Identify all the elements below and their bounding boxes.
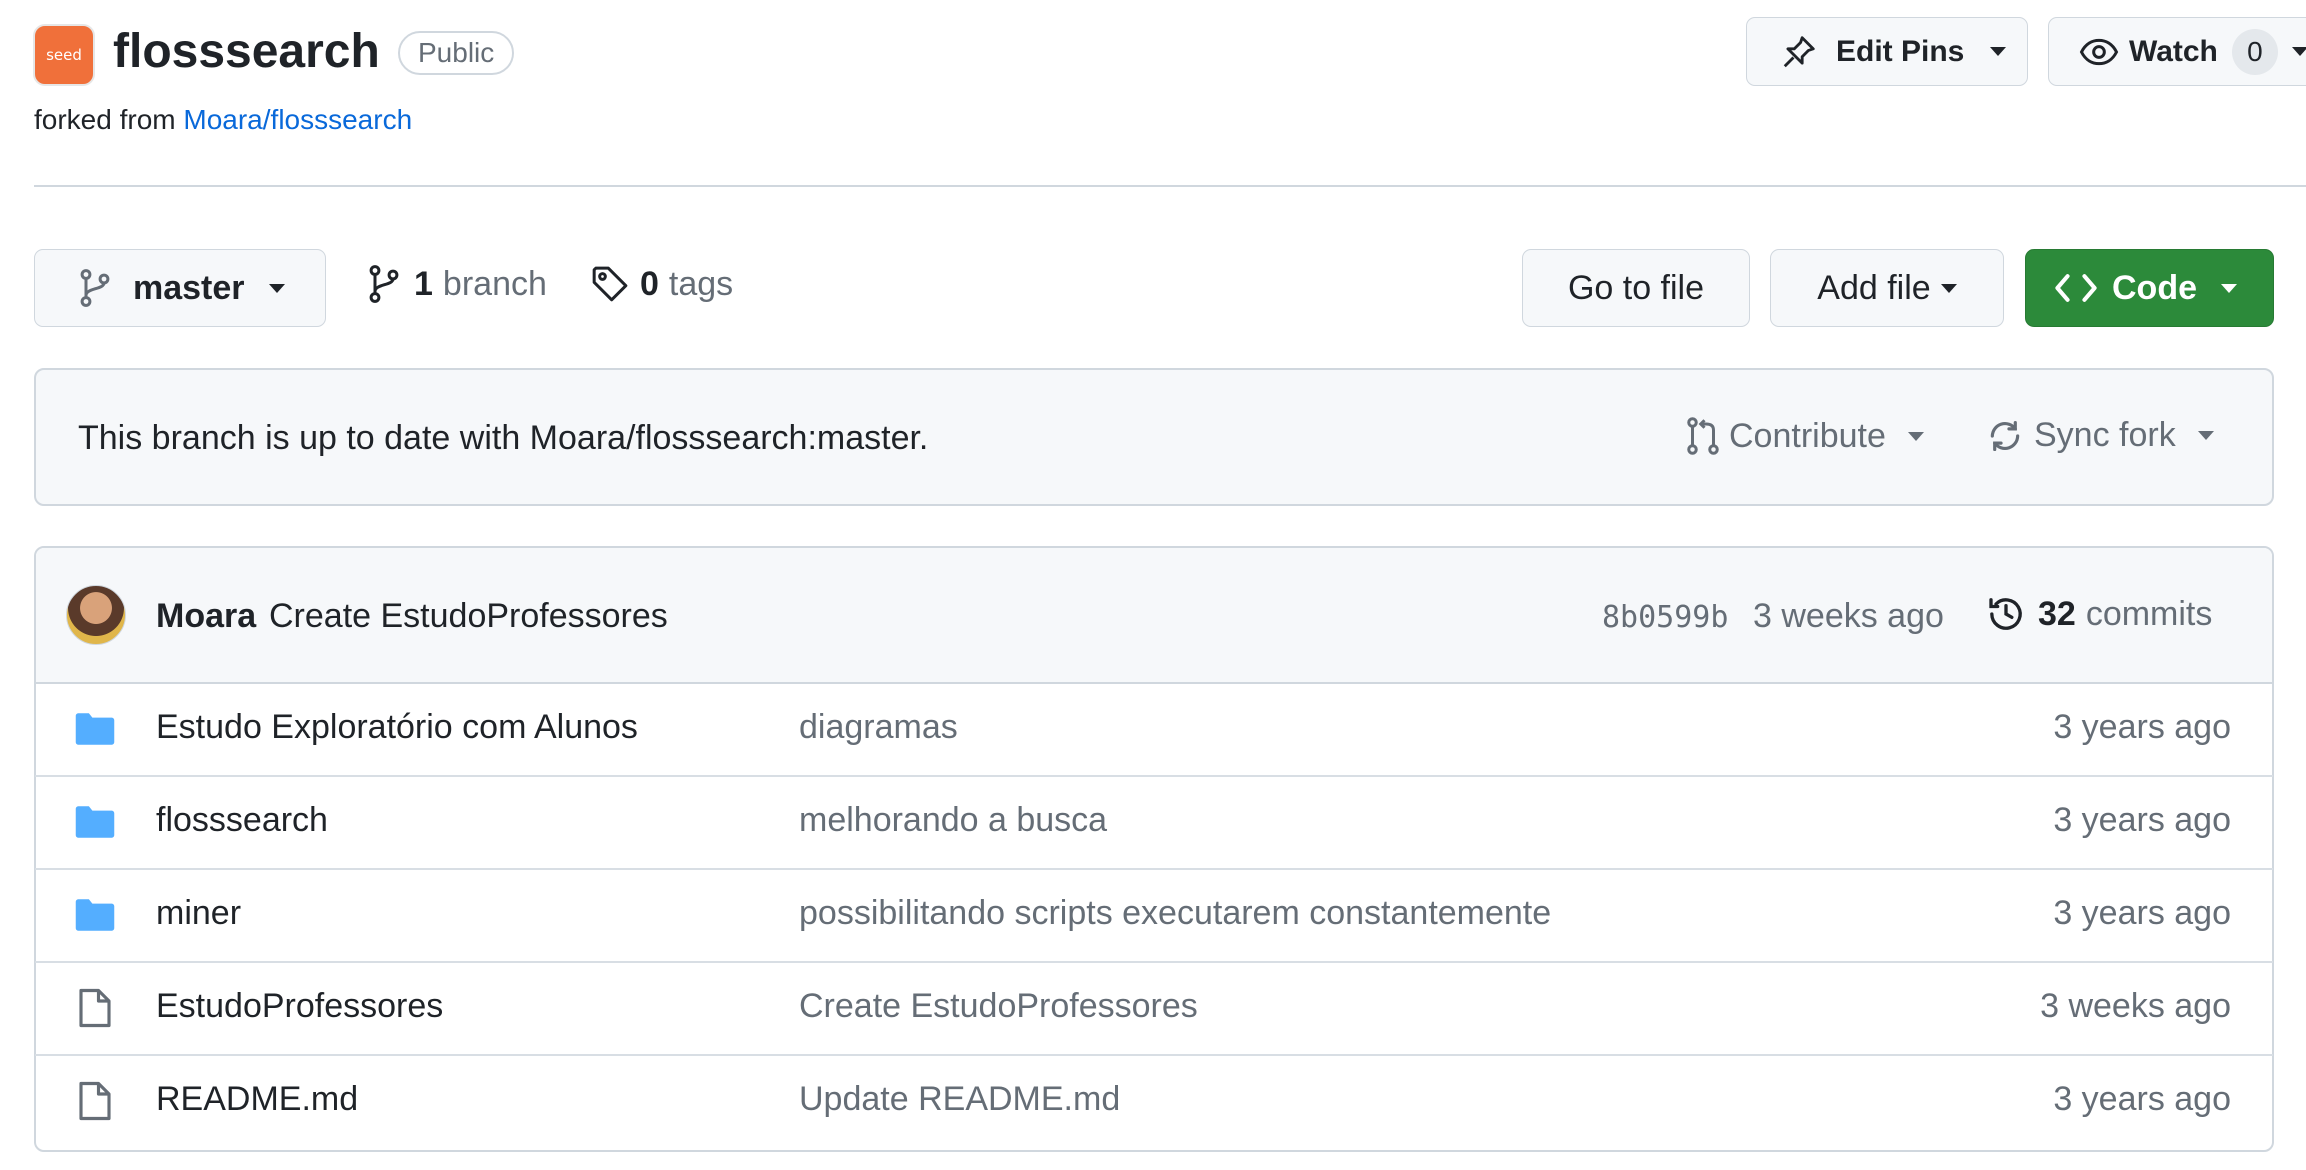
pull-request-icon [1687, 417, 1719, 455]
forked-source-link[interactable]: Moara/flosssearch [183, 104, 412, 135]
contribute-button[interactable]: Contribute [1685, 416, 1924, 456]
file-age: 3 years ago [2053, 1080, 2231, 1118]
branches-link[interactable]: 1 branch [366, 264, 547, 304]
watch-count: 0 [2231, 28, 2278, 75]
commits-label: commits [2085, 594, 2213, 633]
add-file-button[interactable]: Add file [1770, 249, 2004, 327]
git-branch-icon [369, 265, 399, 303]
edit-pins-label: Edit Pins [1836, 34, 1965, 68]
repo-logo[interactable]: seed [33, 24, 95, 86]
sync-icon [1990, 420, 2020, 451]
chevron-down-icon [268, 283, 285, 293]
folder-icon [75, 713, 115, 745]
commits-link[interactable]: 32 commits [1986, 594, 2212, 634]
chevron-down-icon [1990, 47, 2007, 56]
repo-logo-text: seed [46, 46, 82, 64]
commit-message[interactable]: Create EstudoProfessores [269, 597, 668, 636]
commit-count: 32 [2038, 594, 2076, 633]
chevron-down-icon [1940, 283, 1957, 293]
file-name[interactable]: README.md [156, 1080, 358, 1119]
forked-from-prefix: forked from [34, 104, 176, 135]
file-age: 3 years ago [2053, 708, 2231, 746]
commit-time: 3 weeks ago [1753, 597, 1944, 635]
go-to-file-label: Go to file [1567, 268, 1705, 307]
forked-from: forked from Moara/flosssearch [34, 104, 412, 136]
watch-button[interactable]: Watch 0 [2048, 17, 2306, 86]
code-icon [2055, 274, 2097, 302]
file-commit-message[interactable]: Create EstudoProfessores [799, 987, 1198, 1026]
file-commit-message[interactable]: diagramas [799, 708, 958, 747]
branch-selector[interactable]: master [34, 249, 326, 327]
fork-status-banner: This branch is up to date with Moara/flo… [34, 368, 2274, 506]
commit-sha[interactable]: 8b0599b [1602, 600, 1728, 635]
chevron-down-icon [2221, 283, 2237, 293]
repo-name[interactable]: flosssearch [113, 24, 380, 79]
folder-icon [75, 899, 115, 931]
visibility-badge: Public [398, 31, 515, 75]
file-name[interactable]: miner [156, 894, 241, 933]
file-age: 3 weeks ago [2040, 987, 2231, 1025]
latest-commit-bar: Moara Create EstudoProfessores 8b0599b 3… [36, 548, 2272, 684]
chevron-down-icon [1907, 431, 1924, 441]
tags-link[interactable]: 0 tags [590, 264, 733, 304]
list-item[interactable]: miner possibilitando scripts executarem … [35, 868, 2273, 961]
chevron-down-icon [2291, 47, 2306, 56]
file-icon [79, 1081, 111, 1121]
file-commit-message[interactable]: Update README.md [799, 1080, 1120, 1119]
code-button[interactable]: Code [2025, 249, 2274, 327]
go-to-file-button[interactable]: Go to file [1522, 249, 1750, 327]
list-item[interactable]: flosssearch melhorando a busca 3 years a… [35, 775, 2273, 868]
edit-pins-button[interactable]: Edit Pins [1746, 17, 2028, 86]
list-item[interactable]: README.md Update README.md 3 years ago [35, 1054, 2273, 1147]
file-commit-message[interactable]: melhorando a busca [799, 801, 1107, 840]
git-branch-icon [80, 269, 110, 307]
history-icon [1989, 598, 2022, 630]
file-name[interactable]: Estudo Exploratório com Alunos [156, 708, 638, 747]
file-age: 3 years ago [2053, 801, 2231, 839]
header-divider [34, 185, 2306, 187]
branch-name: master [133, 268, 245, 307]
tag-label: tags [668, 264, 734, 303]
watch-label: Watch [2129, 34, 2218, 68]
file-icon [79, 988, 111, 1028]
list-item[interactable]: Estudo Exploratório com Alunos diagramas… [35, 682, 2273, 775]
file-name[interactable]: EstudoProfessores [156, 987, 443, 1026]
file-age: 3 years ago [2053, 894, 2231, 932]
add-file-label: Add file [1817, 268, 1931, 307]
code-label: Code [2112, 268, 2197, 307]
contribute-label: Contribute [1729, 416, 1886, 455]
sync-fork-button[interactable]: Sync fork [1986, 416, 2214, 455]
file-commit-message[interactable]: possibilitando scripts executarem consta… [799, 894, 1551, 933]
avatar[interactable] [66, 585, 126, 645]
fork-status-message: This branch is up to date with Moara/flo… [78, 419, 929, 457]
tag-icon [592, 266, 628, 302]
tag-count: 0 [640, 264, 659, 303]
pin-icon [1783, 35, 1815, 67]
chevron-down-icon [2197, 431, 2214, 440]
commit-author[interactable]: Moara [156, 597, 256, 636]
file-name[interactable]: flosssearch [156, 801, 328, 840]
branch-label: branch [442, 264, 547, 303]
list-item[interactable]: EstudoProfessores Create EstudoProfessor… [35, 961, 2273, 1054]
eye-icon [2079, 38, 2119, 65]
sync-fork-label: Sync fork [2034, 416, 2176, 454]
folder-icon [75, 806, 115, 838]
branch-count: 1 [414, 264, 433, 303]
